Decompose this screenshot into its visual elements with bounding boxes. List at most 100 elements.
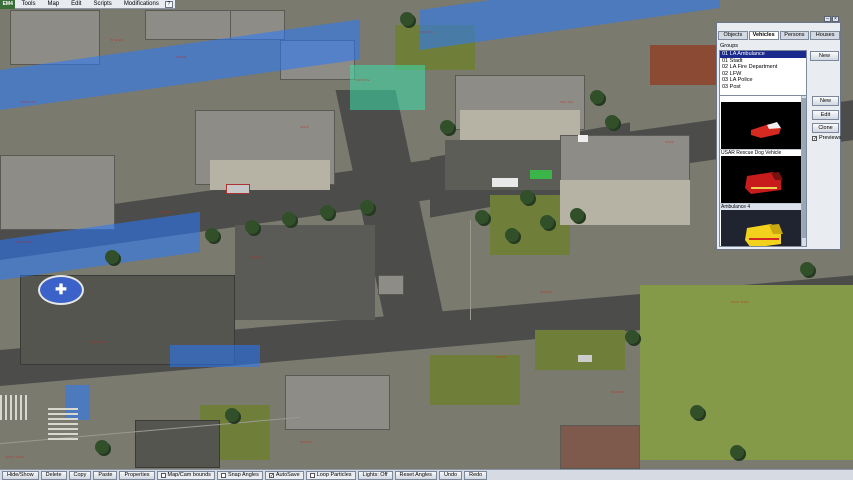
tree (105, 250, 119, 264)
minimize-icon[interactable]: – (824, 16, 831, 22)
menu-tools[interactable]: Tools (15, 0, 41, 9)
map-label: ~~~ ~~ (90, 340, 106, 346)
trigger-zone (170, 345, 260, 367)
map-label: ~~~ ~~~ (5, 455, 24, 461)
edit-vehicle-button[interactable]: Edit (812, 110, 839, 120)
map-label: ~~~ ~~ (20, 100, 36, 106)
building (145, 10, 235, 40)
map-label: ~~~~ (250, 255, 262, 261)
toggle-label: AutoSave (275, 472, 300, 478)
menu-edit[interactable]: Edit (65, 0, 87, 9)
panel-window-controls: – × (824, 16, 839, 22)
help-button[interactable]: ? (164, 0, 173, 8)
map-label: ~~~~ (540, 290, 552, 296)
grass-patch (490, 195, 570, 255)
tree (475, 210, 489, 224)
previews-label: Previews (819, 135, 842, 141)
properties-button[interactable]: Properties (119, 470, 155, 480)
tree (505, 228, 519, 242)
map-vehicle (530, 170, 552, 179)
tree (625, 330, 639, 344)
map-label: ~~~~ (300, 440, 312, 446)
tree (605, 115, 619, 129)
editor-window: ✚ ~ ~~~ ~~~~ ~~~ ~~ ~~~~ ~~~ ~~~~~ ~~ ~~… (0, 0, 853, 480)
map-vehicle (226, 184, 250, 194)
brick-building (650, 45, 720, 85)
vehicle-icon (751, 122, 781, 138)
redo-button[interactable]: Redo (464, 470, 488, 480)
autosave-toggle[interactable]: AutoSave (264, 470, 304, 480)
map-label: ~~~ (300, 125, 309, 131)
tree (590, 90, 604, 104)
paste-button[interactable]: Paste (93, 470, 118, 480)
map-vehicle (578, 135, 588, 142)
map-vehicle (578, 355, 592, 362)
building (0, 155, 115, 230)
vehicle-item[interactable] (720, 96, 806, 150)
panel-tabs: Objects Vehicles Persons Houses (718, 31, 840, 40)
reset-angles-button[interactable]: Reset Angles (394, 470, 437, 480)
tree (440, 120, 454, 134)
checkbox-checked-icon[interactable] (268, 472, 274, 478)
trigger-zone-green (350, 65, 425, 110)
map-cam-bounds-toggle[interactable]: Map/Cam bounds (156, 470, 215, 480)
map-label: ~~~~~ (610, 390, 625, 396)
menu-modifications[interactable]: Modifications (118, 0, 165, 9)
lights-button[interactable]: Lights: Off (357, 470, 393, 480)
clone-vehicle-button[interactable]: Clone (812, 123, 839, 133)
map-label: ~~~~ (175, 55, 187, 61)
map-label: ~~~ (665, 140, 674, 146)
vehicle-preview-list[interactable]: USAR Rescue Dog Vehicle Ambulance 4 (719, 95, 807, 247)
close-icon[interactable]: × (832, 16, 839, 22)
previews-checkbox[interactable]: ✓ Previews (812, 135, 841, 141)
delete-button[interactable]: Delete (40, 470, 67, 480)
house (285, 375, 390, 430)
kiosk (378, 275, 404, 295)
tree (320, 205, 334, 219)
tree (360, 200, 374, 214)
tree (570, 208, 584, 222)
app-logo: EM4 (0, 0, 16, 9)
tree (400, 12, 414, 26)
checkbox-icon[interactable] (160, 472, 166, 478)
scrollbar-thumb[interactable] (802, 98, 806, 238)
toggle-label: Loop Particles (316, 472, 352, 478)
vehicle-item[interactable]: USAR Rescue Dog Vehicle (720, 150, 806, 204)
toggle-label: Map/Cam bounds (167, 472, 211, 478)
previews-check-icon[interactable]: ✓ (812, 135, 817, 141)
loop-particles-toggle[interactable]: Loop Particles (305, 470, 356, 480)
tab-vehicles[interactable]: Vehicles (748, 31, 779, 40)
menu-bar: EM4 Tools Map Edit Scripts Modifications… (0, 0, 175, 9)
menu-scripts[interactable]: Scripts (87, 0, 117, 9)
tab-objects[interactable]: Objects (718, 31, 748, 40)
helipad-cross-icon: ✚ (55, 281, 67, 297)
tree (800, 262, 814, 276)
vehicle-item[interactable]: Ambulance 4 (720, 204, 806, 246)
hide-show-button[interactable]: Hide/Show (2, 470, 39, 480)
new-vehicle-button[interactable]: New (812, 96, 839, 106)
tree (690, 405, 704, 419)
new-group-button[interactable]: New (810, 51, 839, 61)
tree (245, 220, 259, 234)
menu-map[interactable]: Map (41, 0, 65, 9)
map-vehicle (492, 178, 518, 187)
tree (205, 228, 219, 242)
group-item[interactable]: 03 Post (720, 84, 806, 91)
grass-patch (535, 330, 625, 370)
crosswalk (0, 395, 30, 420)
tree (282, 212, 296, 226)
vehicle-list-scrollbar[interactable] (801, 96, 806, 246)
copy-button[interactable]: Copy (68, 470, 92, 480)
checkbox-icon[interactable] (220, 472, 226, 478)
vehicle-thumbnail (721, 210, 805, 246)
vehicle-icon (745, 172, 783, 194)
crosswalk (48, 405, 78, 440)
tab-houses[interactable]: Houses (810, 31, 840, 40)
parking-lot (235, 225, 375, 320)
snap-angles-toggle[interactable]: Snap Angles (216, 470, 263, 480)
tree (540, 215, 554, 229)
tab-persons[interactable]: Persons (779, 31, 810, 40)
map-label: ~~~ ~~~ (730, 300, 749, 306)
checkbox-icon[interactable] (309, 472, 315, 478)
undo-button[interactable]: Undo (438, 470, 463, 480)
